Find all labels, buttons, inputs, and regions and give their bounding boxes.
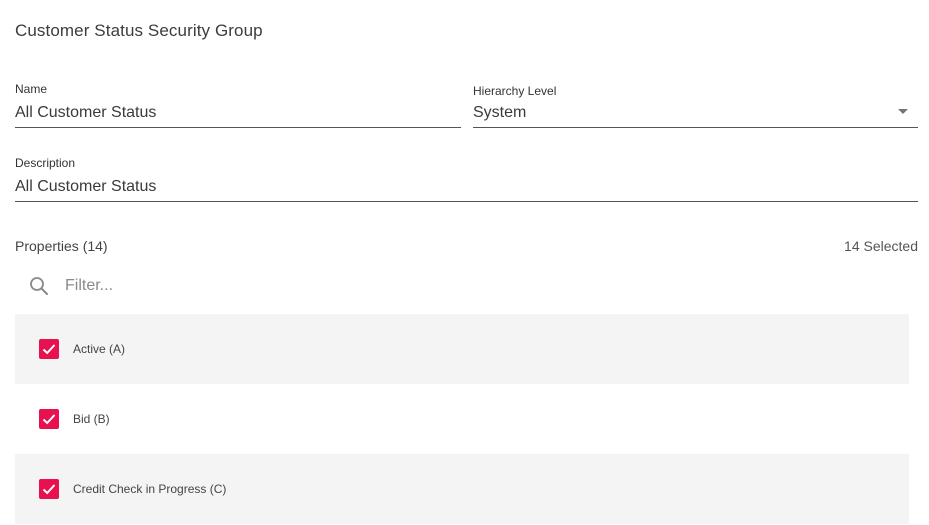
properties-title: Properties (14)	[15, 238, 108, 254]
checkmark-icon	[42, 344, 56, 355]
description-input[interactable]: All Customer Status	[15, 178, 156, 196]
list-item-label: Bid (B)	[73, 412, 110, 426]
properties-list: Active (A) Bid (B) Credit Check in Progr…	[15, 314, 909, 524]
name-input[interactable]: All Customer Status	[15, 104, 156, 122]
description-field[interactable]: Description All Customer Status	[15, 154, 918, 202]
checkmark-icon	[42, 414, 56, 425]
security-group-page: Customer Status Security Group Name All …	[0, 0, 929, 525]
list-item[interactable]: Active (A)	[15, 314, 909, 384]
description-label: Description	[15, 156, 76, 170]
properties-header: Properties (14) 14 Selected	[15, 238, 918, 258]
dropdown-arrow-icon[interactable]	[898, 109, 908, 114]
filter-input[interactable]	[65, 274, 465, 298]
list-item[interactable]: Bid (B)	[15, 384, 909, 454]
search-icon	[29, 276, 49, 296]
name-label: Name	[15, 82, 48, 96]
checkbox[interactable]	[39, 479, 59, 499]
list-item-label: Active (A)	[73, 342, 126, 356]
list-item-label: Credit Check in Progress (C)	[73, 482, 227, 496]
checkbox[interactable]	[39, 409, 59, 429]
hierarchy-level-select[interactable]: Hierarchy Level System	[473, 82, 918, 128]
page-title: Customer Status Security Group	[15, 21, 263, 40]
hierarchy-level-label: Hierarchy Level	[473, 84, 557, 98]
name-field[interactable]: Name All Customer Status	[15, 80, 461, 128]
list-item[interactable]: Credit Check in Progress (C)	[15, 454, 909, 524]
filter-row	[15, 270, 909, 302]
selected-count: 14 Selected	[844, 238, 918, 254]
checkmark-icon	[42, 484, 56, 495]
hierarchy-level-value[interactable]: System	[473, 104, 526, 122]
checkbox[interactable]	[39, 339, 59, 359]
